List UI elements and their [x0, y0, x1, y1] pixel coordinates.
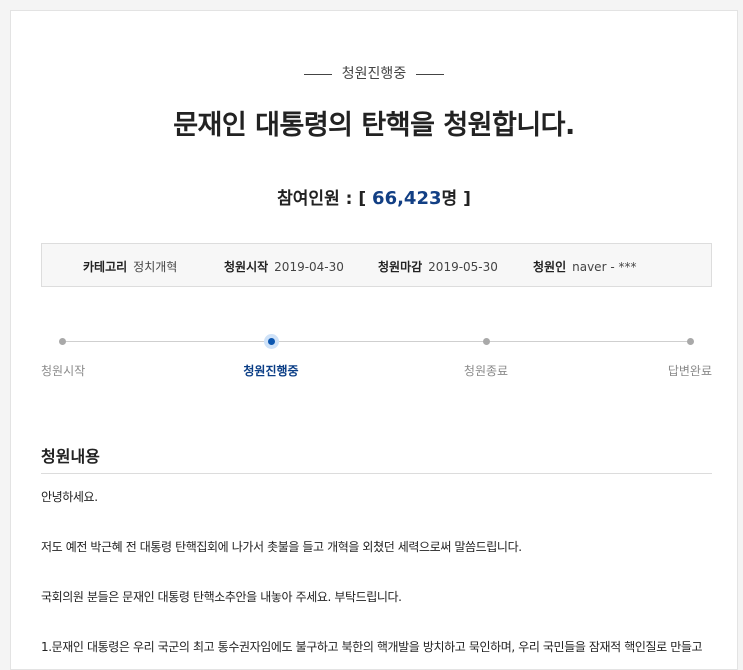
progress-track: [62, 341, 691, 342]
meta-start-value: 2019-04-30: [274, 260, 344, 274]
petition-title: 문재인 대통령의 탄핵을 청원합니다.: [173, 110, 575, 141]
content-paragraph: 안녕하세요.: [41, 490, 98, 504]
content-paragraph: 저도 예전 박근혜 전 대통령 탄핵집회에 나가서 촛불을 들고 개혁을 외쳤던…: [41, 540, 522, 554]
meta-end-label: 청원마감: [378, 260, 423, 274]
status-dash-right: [416, 73, 445, 75]
step-answered: 답변완료: [622, 331, 712, 379]
meta-author-label: 청원인: [533, 260, 567, 274]
step-in-progress: 청원진행중: [226, 331, 316, 379]
step-label: 청원시작: [41, 364, 86, 378]
participant-count-unit: 명 ]: [441, 189, 471, 209]
step-dot: [482, 338, 490, 345]
petition-card: 청원진행중 문재인 대통령의 탄핵을 청원합니다. 참여인원 : [ 66,42…: [10, 10, 738, 670]
content-paragraph: 국회의원 분들은 문재인 대통령 탄핵소추안을 내놓아 주세요. 부탁드립니다.: [41, 590, 402, 604]
participant-count-number: 66,423: [372, 188, 442, 209]
meta-category-label: 카테고리: [83, 260, 128, 274]
meta-author-value: naver - ***: [572, 260, 637, 274]
meta-start-date: 청원시작 2019-04-30: [224, 258, 344, 275]
step-dot: [59, 338, 66, 345]
meta-end-date: 청원마감 2019-05-30: [378, 258, 498, 275]
petition-progress: 청원시작 청원진행중 청원종료 답변완료: [41, 331, 712, 391]
content-paragraph: 1.문재인 대통령은 우리 국군의 최고 통수권자임에도 불구하고 북한의 핵개…: [41, 640, 703, 654]
participant-count: 참여인원 : [ 66,423명 ]: [11, 184, 737, 209]
step-dot-active: [267, 338, 275, 345]
meta-start-label: 청원시작: [224, 260, 269, 274]
status-dash-left: [303, 73, 332, 75]
content-heading: 청원내용: [41, 447, 100, 466]
step-label: 청원종료: [463, 364, 509, 378]
participant-count-label: 참여인원 : [: [277, 189, 373, 209]
step-dot: [687, 338, 694, 345]
status-label: 청원진행중: [341, 66, 407, 82]
step-closed: 청원종료: [441, 331, 531, 379]
petition-status: 청원진행중: [11, 63, 737, 83]
meta-category-value: 정치개혁: [133, 260, 178, 274]
step-label: 청원진행중: [243, 364, 299, 378]
content-divider: [41, 473, 712, 474]
meta-end-value: 2019-05-30: [428, 260, 498, 274]
petition-meta-box: 카테고리 정치개혁 청원시작 2019-04-30 청원마감 2019-05-30 청…: [41, 243, 712, 287]
meta-author: 청원인 naver - ***: [533, 258, 636, 275]
step-label: 답변완료: [667, 364, 712, 378]
step-start: 청원시작: [41, 331, 131, 379]
meta-category: 카테고리 정치개혁: [83, 258, 177, 275]
